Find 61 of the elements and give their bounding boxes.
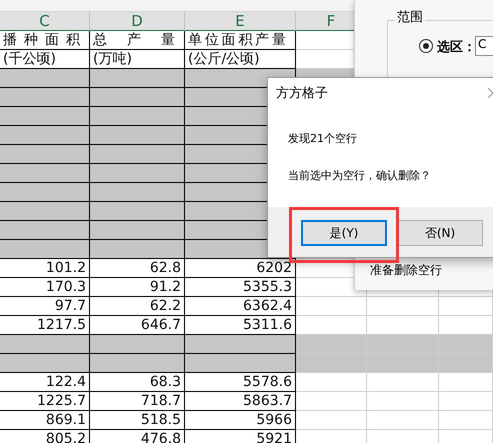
table-cell: 1225.7 bbox=[0, 392, 90, 411]
table-cell bbox=[296, 316, 367, 335]
table-cell bbox=[296, 297, 367, 316]
status-text: 准备删除空行 bbox=[370, 264, 442, 277]
table-cell: 62.8 bbox=[90, 259, 185, 278]
table-cell: 5311.6 bbox=[185, 316, 296, 335]
table-cell: 518.5 bbox=[90, 411, 185, 430]
dialog-button[interactable]: 是(Y) bbox=[301, 220, 387, 246]
table-cell: 播 种 面 积 bbox=[0, 31, 90, 50]
group-title: 范围 bbox=[395, 8, 425, 26]
table-cell: 单位面积产量 bbox=[185, 31, 296, 50]
table-cell: 170.3 bbox=[0, 278, 90, 297]
table-cell bbox=[367, 354, 439, 373]
radio-button[interactable] bbox=[419, 39, 433, 53]
range-field[interactable]: C bbox=[475, 36, 493, 56]
table-cell bbox=[367, 335, 439, 354]
table-cell: 68.3 bbox=[90, 373, 185, 392]
table-cell bbox=[439, 297, 493, 316]
table-cell: 总 产 量 bbox=[90, 31, 185, 50]
table-cell bbox=[367, 373, 439, 392]
column-header[interactable]: C bbox=[0, 12, 90, 32]
table-cell bbox=[296, 354, 367, 373]
table-cell: 97.7 bbox=[0, 297, 90, 316]
table-cell: 1217.5 bbox=[0, 316, 90, 335]
table-cell: 62.2 bbox=[90, 297, 185, 316]
table-cell: 5355.3 bbox=[185, 278, 296, 297]
table-cell: 5966 bbox=[185, 411, 296, 430]
table-cell: 5578.6 bbox=[185, 373, 296, 392]
table-cell bbox=[367, 392, 439, 411]
table-cell bbox=[296, 392, 367, 411]
table-cell: 6362.4 bbox=[185, 297, 296, 316]
table-cell bbox=[439, 335, 493, 354]
column-header[interactable]: E bbox=[185, 12, 296, 32]
table-cell bbox=[439, 354, 493, 373]
table-cell bbox=[367, 411, 439, 430]
table-cell: 5863.7 bbox=[185, 392, 296, 411]
table-cell: (千公顷) bbox=[0, 50, 90, 69]
table-cell bbox=[439, 392, 493, 411]
table-cell bbox=[296, 373, 367, 392]
table-cell bbox=[439, 373, 493, 392]
table-cell: 6202 bbox=[185, 259, 296, 278]
table-cell: 101.2 bbox=[0, 259, 90, 278]
table-cell bbox=[439, 316, 493, 335]
table-cell: (公斤/公顷) bbox=[185, 50, 296, 69]
table-cell: 718.7 bbox=[90, 392, 185, 411]
table-cell bbox=[367, 297, 439, 316]
radio-label: 选区： bbox=[437, 39, 476, 56]
dialog-question: 当前选中为空行，确认删除？ bbox=[288, 168, 432, 183]
table-cell: 91.2 bbox=[90, 278, 185, 297]
dialog-title: 方方格子 bbox=[276, 85, 328, 102]
table-cell: 869.1 bbox=[0, 411, 90, 430]
table-cell bbox=[296, 335, 367, 354]
table-cell bbox=[296, 411, 367, 430]
table-cell bbox=[439, 411, 493, 430]
column-header[interactable]: D bbox=[90, 12, 185, 32]
table-cell: (万吨) bbox=[90, 50, 185, 69]
table-cell bbox=[367, 316, 439, 335]
table-cell: 122.4 bbox=[0, 373, 90, 392]
dialog-button[interactable]: 否(N) bbox=[397, 220, 483, 246]
dialog-message: 发现21个空行 bbox=[288, 131, 358, 146]
table-cell: 646.7 bbox=[90, 316, 185, 335]
